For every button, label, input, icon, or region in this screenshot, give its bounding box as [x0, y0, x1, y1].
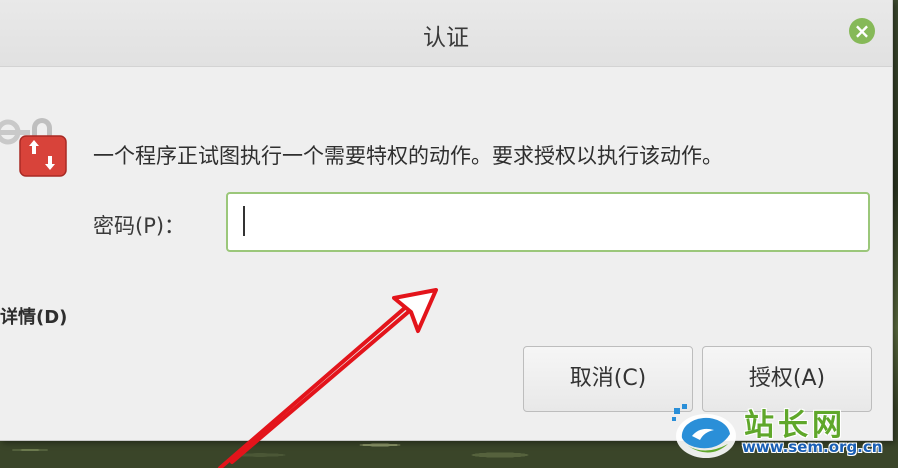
close-icon[interactable]: ×: [849, 18, 875, 44]
auth-message: 一个程序正试图执行一个需要特权的动作。要求授权以执行该动作。: [93, 144, 723, 168]
password-label: 密码(P)：: [93, 214, 186, 238]
key-lock-icon: [0, 118, 67, 177]
text-caret: [243, 206, 245, 236]
watermark-url: www.sem.org.cn: [742, 438, 883, 456]
site-watermark: 站长网 www.sem.org.cn: [668, 398, 893, 464]
titlebar: 认证 ×: [0, 0, 892, 67]
password-input[interactable]: [226, 192, 870, 252]
dialog-title: 认证: [423, 25, 469, 51]
details-expander[interactable]: 详情(D): [0, 303, 67, 329]
auth-dialog: 认证 × 一个程序正试图执行一个需要特权的动作。要求授权以执行该动作。 密码(P…: [0, 0, 893, 441]
watermark-logo-icon: [672, 404, 736, 458]
